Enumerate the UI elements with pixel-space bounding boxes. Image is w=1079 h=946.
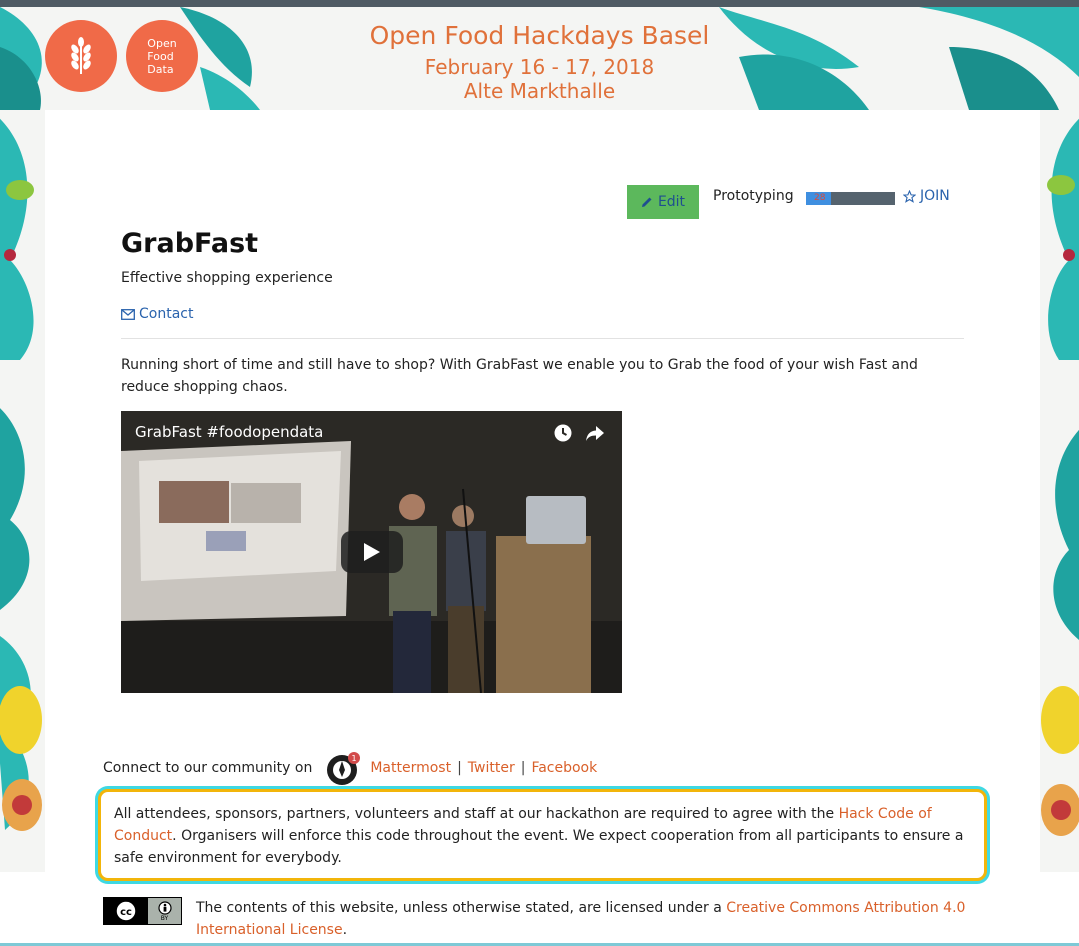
cc-icon: cc bbox=[115, 900, 137, 922]
envelope-icon bbox=[121, 308, 135, 320]
separator: | bbox=[457, 760, 462, 776]
community-links: Connect to our community on 1 Mattermost… bbox=[103, 750, 597, 786]
conduct-text-after: . Organisers will enforce this code thro… bbox=[114, 828, 964, 866]
share-icon[interactable] bbox=[585, 423, 605, 443]
join-label: JOIN bbox=[920, 188, 950, 204]
botanical-decoration-left bbox=[0, 0, 46, 872]
clock-icon[interactable] bbox=[553, 423, 573, 443]
edit-button[interactable]: Edit bbox=[627, 185, 699, 219]
edit-button-label: Edit bbox=[657, 194, 686, 210]
license-text: The contents of this website, unless oth… bbox=[196, 897, 966, 941]
facebook-link[interactable]: Facebook bbox=[531, 757, 597, 779]
mattermost-link[interactable]: Mattermost bbox=[370, 757, 451, 779]
code-of-conduct-notice: All attendees, sponsors, partners, volun… bbox=[98, 789, 987, 881]
play-icon bbox=[364, 543, 380, 561]
license-text-end: . bbox=[342, 922, 348, 938]
progress-value: 28 bbox=[814, 193, 826, 203]
separator: | bbox=[520, 760, 526, 776]
divider bbox=[121, 338, 964, 339]
progress-bar: 28 bbox=[806, 192, 895, 205]
project-description: Running short of time and still have to … bbox=[121, 357, 918, 395]
conduct-text-before: All attendees, sponsors, partners, volun… bbox=[114, 806, 839, 822]
event-venue: Alte Markthalle bbox=[463, 79, 616, 103]
contact-link[interactable]: Contact bbox=[121, 304, 193, 324]
project-stage: Prototyping bbox=[713, 188, 794, 204]
community-intro: Connect to our community on bbox=[103, 760, 313, 776]
cc-badge-text: cc bbox=[120, 907, 132, 918]
contact-label: Contact bbox=[139, 306, 194, 322]
cc-license-badge[interactable]: cc BY bbox=[103, 897, 182, 925]
join-link[interactable]: JOIN bbox=[903, 186, 950, 206]
event-date: February 16 - 17, 2018 bbox=[424, 55, 655, 79]
project-title: GrabFast bbox=[121, 228, 259, 259]
event-title: Open Food Hackdays Basel bbox=[369, 21, 710, 50]
license-text-intro: The contents of this website, unless oth… bbox=[196, 900, 727, 916]
botanical-decoration-right bbox=[1039, 0, 1079, 872]
by-icon bbox=[157, 900, 172, 915]
mattermost-icon[interactable]: 1 bbox=[326, 750, 362, 786]
video-title: GrabFast #foodopendata bbox=[135, 423, 324, 441]
top-strip bbox=[0, 0, 1079, 7]
mattermost-badge: 1 bbox=[352, 754, 357, 763]
by-label: BY bbox=[160, 914, 169, 922]
video-player[interactable]: GrabFast #foodopendata bbox=[121, 411, 622, 693]
pencil-icon bbox=[641, 197, 652, 207]
project-subtitle: Effective shopping experience bbox=[121, 270, 333, 286]
play-button[interactable] bbox=[341, 531, 403, 573]
twitter-link[interactable]: Twitter bbox=[468, 757, 515, 779]
star-icon bbox=[903, 189, 916, 203]
